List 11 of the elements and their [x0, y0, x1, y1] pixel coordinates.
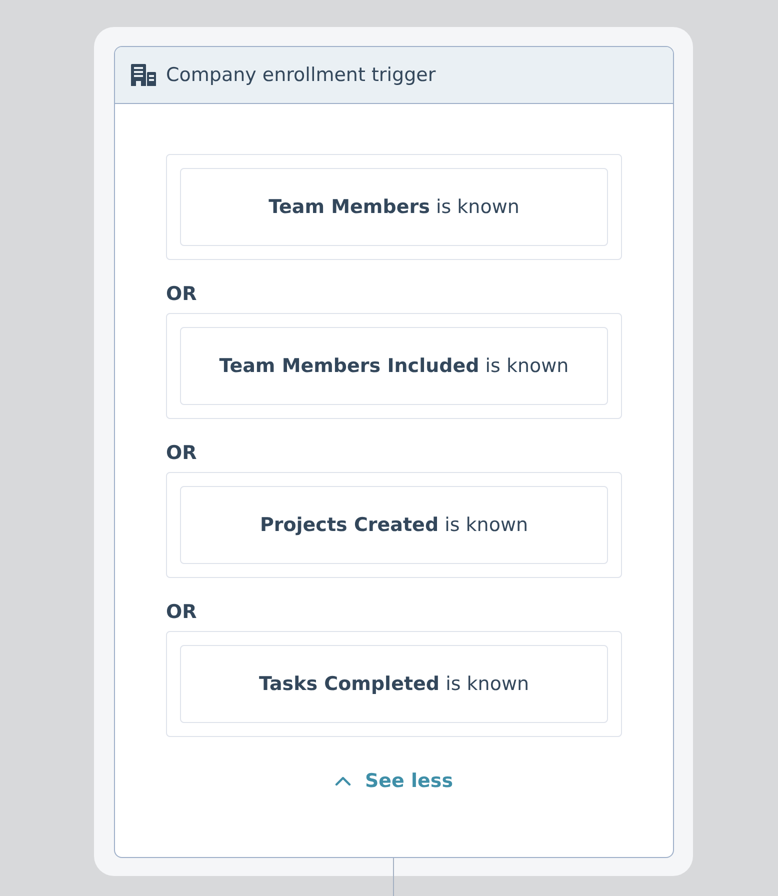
or-operator: OR [166, 600, 197, 624]
filter-condition[interactable]: Team Members Included is known [180, 327, 608, 405]
see-less-button[interactable]: See less [330, 767, 458, 795]
or-operator: OR [166, 441, 197, 465]
caret-up-icon [334, 776, 351, 786]
filter-condition[interactable]: Tasks Completed is known [180, 645, 608, 723]
filter-condition[interactable]: Team Members is known [180, 168, 608, 246]
card-title: Company enrollment trigger [166, 64, 436, 86]
or-operator: OR [166, 282, 197, 306]
building-icon [131, 64, 156, 86]
filter-condition[interactable]: Projects Created is known [180, 486, 608, 564]
